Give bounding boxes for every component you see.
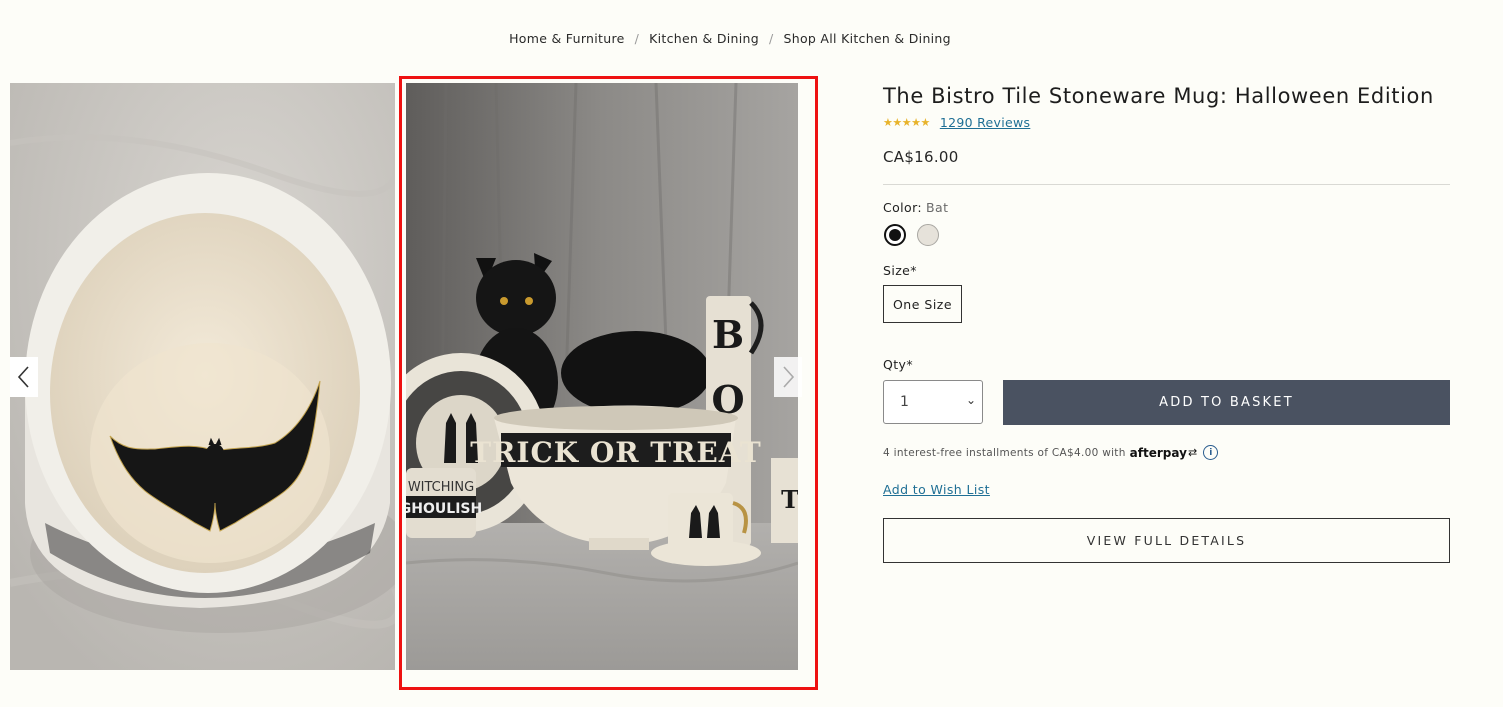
add-to-wishlist-link[interactable]: Add to Wish List [883,482,990,497]
reviews-link[interactable]: 1290 Reviews [940,115,1031,130]
breadcrumb-separator: / [768,31,774,46]
gallery-next-button[interactable] [774,357,802,397]
chevron-right-icon [783,366,795,388]
qty-select[interactable]: 1 ⌄ [883,380,983,424]
add-to-basket-button[interactable]: ADD TO BASKET [1003,380,1450,425]
gallery-prev-button[interactable] [10,357,38,397]
svg-text:WITCHING: WITCHING [408,480,474,495]
halloween-tableware-cat-image[interactable]: B O WITCHING GHOULISH TRICK OR TREAT T [406,83,798,670]
rating-stars: ★★★★★ [883,116,930,129]
qty-label: Qty* [883,357,913,372]
breadcrumb-kitchen-dining[interactable]: Kitchen & Dining [649,31,759,46]
breadcrumb-separator: / [634,31,640,46]
svg-text:B: B [712,312,744,357]
divider [883,184,1450,185]
svg-text:T: T [781,485,798,514]
color-label-text: Color: [883,200,923,215]
size-label: Size* [883,263,917,278]
svg-text:GHOULISH: GHOULISH [406,501,482,517]
color-swatch-bat[interactable] [884,224,906,246]
breadcrumb: Home & Furniture / Kitchen & Dining / Shop A… [0,31,1460,46]
product-rating: ★★★★★ 1290 Reviews [883,115,1030,130]
size-option-one-size[interactable]: One Size [883,285,962,323]
color-label: Color: Bat [883,200,948,215]
afterpay-message: 4 interest-free installments of CA$4.00 … [883,445,1219,460]
afterpay-logo: afterpay [1129,445,1187,460]
mug-interior-bat-image[interactable] [10,83,395,670]
breadcrumb-home-furniture[interactable]: Home & Furniture [509,31,625,46]
chevron-left-icon [17,366,29,388]
afterpay-text: 4 interest-free installments of CA$4.00 … [883,446,1126,459]
product-price: CA$16.00 [883,148,959,166]
color-selected-value: Bat [926,200,949,215]
svg-text:TRICK OR TREAT: TRICK OR TREAT [470,436,761,469]
color-swatch-cream[interactable] [917,224,939,246]
breadcrumb-shop-all-kitchen-dining[interactable]: Shop All Kitchen & Dining [783,31,950,46]
product-title: The Bistro Tile Stoneware Mug: Halloween… [883,84,1434,108]
qty-value: 1 [900,394,909,410]
view-full-details-button[interactable]: VIEW FULL DETAILS [883,518,1450,563]
afterpay-loop-icon: ⇄ [1187,446,1198,459]
info-icon[interactable]: i [1203,445,1219,460]
chevron-down-icon: ⌄ [965,393,976,407]
